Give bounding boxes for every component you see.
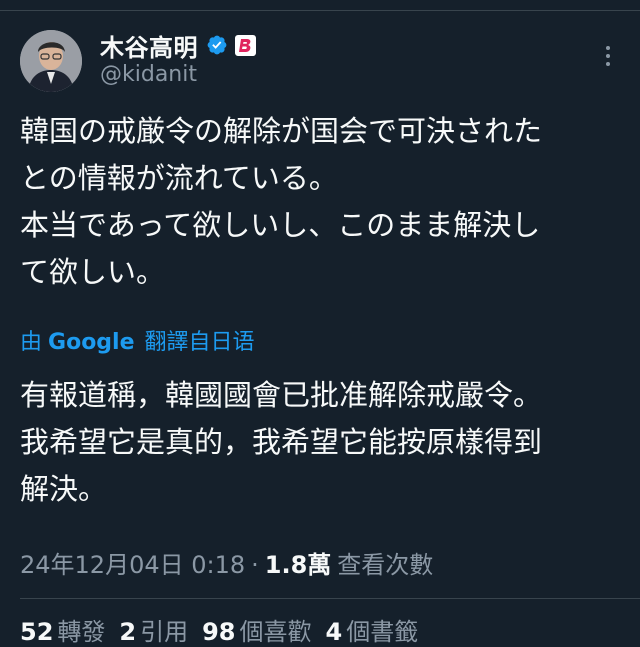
bookmarks-count: 4 bbox=[325, 618, 343, 646]
bushiroad-logo-icon bbox=[237, 36, 254, 54]
retweets-count: 52 bbox=[20, 618, 54, 646]
retweets-stat[interactable]: 52 轉發 bbox=[20, 612, 105, 647]
translated-text: 有報道稱，韓國國會已批准解除戒嚴令。 我希望它是真的，我希望它能按原樣得到 解決… bbox=[20, 372, 625, 513]
tweet-line: 韓国の戒厳令の解除が国会で可決された bbox=[20, 114, 543, 148]
translated-line: 我希望它是真的，我希望它能按原樣得到 bbox=[20, 425, 543, 459]
quotes-stat[interactable]: 2 引用 bbox=[119, 612, 188, 647]
more-options-icon[interactable] bbox=[596, 42, 620, 70]
stats-divider bbox=[20, 598, 640, 599]
avatar[interactable] bbox=[20, 30, 82, 92]
author-name-row: 木谷高明 bbox=[100, 28, 256, 62]
translated-line: 解決。 bbox=[20, 472, 108, 506]
translation-attribution[interactable]: 由 Google 翻譯自日语 bbox=[20, 324, 255, 356]
tweet-meta: 24年12月04日 0:18 · 1.8萬 查看次數 bbox=[20, 545, 433, 580]
bookmarks-stat[interactable]: 4 個書籤 bbox=[326, 612, 419, 647]
quotes-label: 引用 bbox=[140, 618, 189, 646]
bookmarks-label: 個書籤 bbox=[346, 618, 419, 646]
quotes-count: 2 bbox=[119, 618, 137, 646]
views-label: 查看次數 bbox=[337, 551, 434, 579]
views-count[interactable]: 1.8萬 bbox=[265, 545, 332, 580]
engagement-stats: 52 轉發 2 引用 98 個喜歡 4 個書籤 bbox=[20, 612, 418, 647]
tweet-line: て欲しい。 bbox=[20, 255, 166, 289]
tweet-line: 本当であって欲しいし、このまま解決し bbox=[20, 208, 541, 242]
translation-source-label: 翻譯自日语 bbox=[144, 330, 255, 355]
author-handle[interactable]: @kidanit bbox=[100, 62, 197, 87]
meta-separator: · bbox=[251, 551, 259, 579]
translation-prefix: 由 bbox=[20, 330, 43, 355]
translated-line: 有報道稱，韓國國會已批准解除戒嚴令。 bbox=[20, 378, 543, 412]
likes-stat[interactable]: 98 個喜歡 bbox=[202, 612, 311, 647]
top-divider bbox=[0, 10, 640, 11]
tweet-text: 韓国の戒厳令の解除が国会で可決された との情報が流れている。 本当であって欲しい… bbox=[20, 108, 625, 296]
tweet-line: との情報が流れている。 bbox=[20, 161, 338, 195]
likes-label: 個喜歡 bbox=[239, 618, 312, 646]
timestamp[interactable]: 24年12月04日 0:18 bbox=[20, 545, 245, 580]
retweets-label: 轉發 bbox=[57, 618, 106, 646]
google-label: Google bbox=[48, 330, 135, 355]
author-display-name[interactable]: 木谷高明 bbox=[100, 28, 198, 63]
likes-count: 98 bbox=[202, 618, 236, 646]
verified-badge-icon[interactable] bbox=[206, 34, 228, 56]
affiliate-badge-icon[interactable] bbox=[235, 34, 256, 56]
avatar-image bbox=[20, 30, 82, 92]
